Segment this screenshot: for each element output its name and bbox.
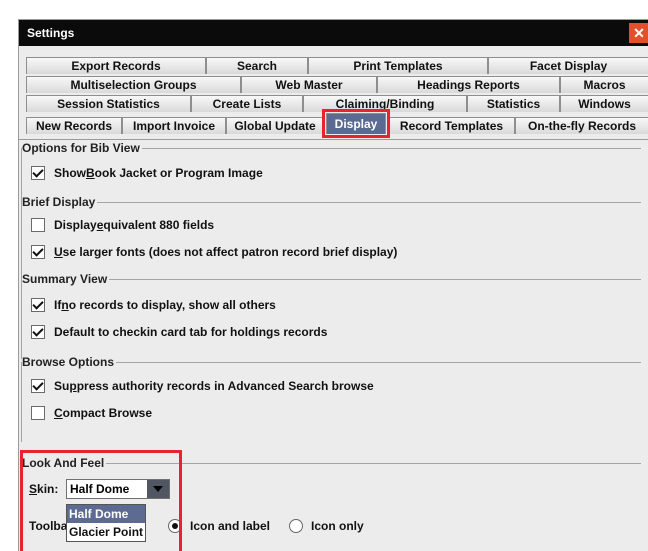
group-border (21, 202, 641, 203)
option-text: Display (54, 218, 97, 232)
group-border (21, 362, 22, 442)
title-bar: Settings ✕ (19, 20, 648, 46)
option-text: ompact Browse (62, 406, 153, 420)
group-title-browse-options: Browse Options (22, 355, 117, 369)
group-title-summary-view: Summary View (22, 272, 110, 286)
checkin-card-option[interactable]: Default to checkin card tab for holdings… (31, 323, 327, 341)
tab-export-records[interactable]: Export Records (26, 57, 206, 74)
option-text: Su (54, 379, 70, 393)
skin-dropdown-list: Half Dome Glacier Point (66, 504, 146, 542)
display-880-option[interactable]: Display e quivalent 880 fields (31, 216, 214, 234)
tab-record-templates[interactable]: Record Templates (388, 117, 515, 134)
skin-select-value: Half Dome (70, 482, 130, 496)
tab-web-master[interactable]: Web Master (241, 76, 377, 93)
radio-icon-and-label-option[interactable]: Icon and label (168, 517, 270, 535)
tab-import-invoice[interactable]: Import Invoice (122, 117, 226, 134)
compact-browse-option[interactable]: Compact Browse (31, 404, 152, 422)
option-text: If (54, 298, 62, 312)
tab-display[interactable]: Display (322, 109, 390, 138)
mnemonic: U (54, 245, 63, 259)
group-title-bib-view: Options for Bib View (22, 141, 142, 155)
tab-headings-reports[interactable]: Headings Reports (377, 76, 560, 93)
skin-option-glacier-point[interactable]: Glacier Point (67, 523, 145, 541)
suppress-authority-checkbox[interactable] (31, 379, 45, 393)
mnemonic: B (86, 166, 95, 180)
skin-label-text: kin: (37, 482, 59, 496)
mnemonic: C (54, 406, 63, 420)
tab-on-the-fly-records[interactable]: On-the-fly Records (515, 117, 648, 134)
mnemonic: S (29, 482, 38, 496)
tab-macros[interactable]: Macros (560, 76, 648, 93)
tab-claiming-binding[interactable]: Claiming/Binding (303, 95, 467, 112)
settings-window: Settings ✕ Export Records Search Print T… (18, 19, 648, 551)
tab-windows[interactable]: Windows (560, 95, 648, 112)
radio-label: Icon only (311, 519, 364, 533)
mnemonic: p (69, 379, 77, 393)
display-settings-panel: Options for Bib View Show Book Jacket or… (19, 139, 648, 551)
skin-select[interactable]: Half Dome (66, 479, 170, 499)
radio-icon-only[interactable] (289, 519, 303, 533)
larger-fonts-option[interactable]: Use larger fonts (does not affect patron… (31, 243, 397, 261)
group-border (21, 463, 641, 464)
show-book-jacket-checkbox[interactable] (31, 166, 45, 180)
compact-browse-checkbox[interactable] (31, 406, 45, 420)
close-icon[interactable]: ✕ (629, 23, 648, 43)
no-records-option[interactable]: If no records to display, show all other… (31, 296, 276, 314)
tab-statistics[interactable]: Statistics (467, 95, 560, 112)
suppress-authority-option[interactable]: Su p press authority records in Advanced S… (31, 377, 374, 395)
tab-print-templates[interactable]: Print Templates (308, 57, 488, 74)
tab-global-update[interactable]: Global Update (226, 117, 324, 134)
window-title: Settings (27, 26, 75, 40)
tab-new-records[interactable]: New Records (26, 117, 122, 134)
skin-option-half-dome[interactable]: Half Dome (67, 505, 145, 523)
group-border (21, 463, 22, 551)
option-text: quivalent 880 fields (103, 218, 215, 232)
radio-icon-and-label[interactable] (168, 519, 182, 533)
group-border (21, 202, 22, 282)
tab-facet-display[interactable]: Facet Display (488, 57, 648, 74)
tab-session-statistics[interactable]: Session Statistics (26, 95, 191, 112)
tab-create-lists[interactable]: Create Lists (191, 95, 303, 112)
group-border (21, 279, 22, 359)
option-text: o records to display, show all others (68, 298, 276, 312)
toolbar-label: Toolba (29, 519, 68, 533)
chevron-down-icon[interactable] (147, 480, 169, 498)
tab-multiselection-groups[interactable]: Multiselection Groups (26, 76, 241, 93)
mnemonic: n (61, 298, 69, 312)
option-text: press authority records in Advanced Sear… (76, 379, 374, 393)
display-880-checkbox[interactable] (31, 218, 45, 232)
mnemonic: e (96, 218, 104, 232)
radio-icon-only-option[interactable]: Icon only (289, 517, 364, 535)
group-title-brief-display: Brief Display (22, 195, 98, 209)
no-records-checkbox[interactable] (31, 298, 45, 312)
group-border (21, 279, 641, 280)
option-text: se larger fonts (does not affect patron … (62, 245, 398, 259)
radio-label: Icon and label (190, 519, 271, 533)
option-text: Default to checkin card tab for holdings… (54, 325, 328, 339)
option-text: ook Jacket or Program Image (94, 166, 263, 180)
skin-label: Skin: (29, 480, 58, 498)
option-text: Show (54, 166, 86, 180)
checkin-card-checkbox[interactable] (31, 325, 45, 339)
tab-search[interactable]: Search (206, 57, 308, 74)
group-title-look-and-feel: Look And Feel (22, 456, 107, 470)
larger-fonts-checkbox[interactable] (31, 245, 45, 259)
show-book-jacket-option[interactable]: Show Book Jacket or Program Image (31, 164, 263, 182)
